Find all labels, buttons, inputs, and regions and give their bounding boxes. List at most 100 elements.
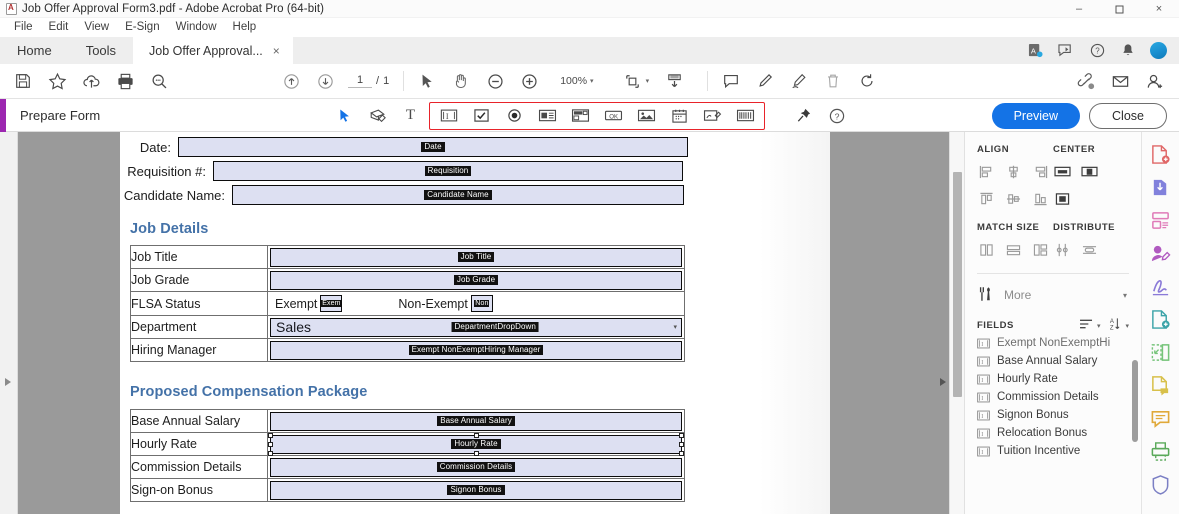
field-base-annual-salary[interactable]: Base Annual Salary (270, 411, 682, 431)
page-down-icon[interactable] (308, 67, 342, 95)
help-circle-icon[interactable]: ? (820, 103, 853, 129)
resize-handle-ne[interactable] (679, 432, 684, 438)
minimize-button[interactable]: – (1059, 0, 1099, 18)
distribute-horizontally-icon[interactable] (1080, 242, 1098, 258)
scan-ocr-icon[interactable] (1149, 439, 1173, 463)
field-job-grade[interactable]: Job Grade (270, 270, 682, 290)
close-window-button[interactable]: × (1139, 0, 1179, 18)
image-field-icon[interactable] (630, 104, 663, 128)
align-left-icon[interactable] (977, 164, 995, 180)
tab-home[interactable]: Home (0, 37, 69, 64)
comment-icon[interactable] (714, 67, 748, 95)
chevron-down-icon[interactable]: ▾ (673, 323, 677, 331)
add-text-icon[interactable]: T (394, 103, 427, 129)
field-job-title[interactable]: Job Title (270, 247, 682, 267)
notification-bell-icon[interactable] (1119, 42, 1137, 60)
list-item[interactable]: I Base Annual Salary (965, 352, 1141, 370)
add-signature-field-icon[interactable] (361, 103, 394, 129)
match-both-icon[interactable] (1031, 242, 1049, 258)
push-button-field-icon[interactable]: OK (597, 104, 630, 128)
save-icon[interactable] (6, 67, 40, 95)
star-icon[interactable] (40, 67, 74, 95)
compress-pdf-icon[interactable] (1149, 340, 1173, 364)
acrobat-sync-icon[interactable]: A (1026, 42, 1044, 60)
fields-list[interactable]: I Exempt NonExemptHi I Base Annual Salar… (965, 337, 1141, 460)
match-width-icon[interactable] (977, 242, 995, 258)
highlighter-icon[interactable] (748, 67, 782, 95)
menu-edit[interactable]: Edit (41, 18, 77, 37)
list-item[interactable]: I Exempt NonExemptHi (965, 334, 1141, 352)
center-both-icon[interactable] (1053, 191, 1071, 207)
link-share-icon[interactable] (1069, 67, 1103, 95)
center-horizontally-icon[interactable] (1053, 164, 1071, 180)
field-sign-on-bonus[interactable]: Signon Bonus (270, 480, 682, 500)
resize-handle-e[interactable] (679, 441, 684, 447)
request-esignatures-icon[interactable] (1149, 373, 1173, 397)
fields-scrollbar-thumb[interactable] (1132, 360, 1138, 442)
sort-alpha-chevron-down-icon[interactable]: ▾ (1125, 322, 1129, 330)
organize-pages-icon[interactable] (1149, 208, 1173, 232)
scrollbar-thumb[interactable] (953, 172, 962, 397)
pin-icon[interactable] (787, 103, 820, 129)
align-bottom-icon[interactable] (1031, 191, 1049, 207)
user-avatar[interactable] (1150, 42, 1167, 59)
checkbox-field-icon[interactable] (465, 104, 498, 128)
signature-field-icon[interactable] (696, 104, 729, 128)
field-department-dropdown[interactable]: Sales DepartmentDropDown ▾ (270, 317, 682, 337)
tab-document[interactable]: Job Offer Approval... × (133, 37, 293, 64)
menu-esign[interactable]: E-Sign (117, 18, 168, 37)
date-field-icon[interactable] (663, 104, 696, 128)
more-options-row[interactable]: More ▾ (965, 280, 1141, 310)
radio-button-field-icon[interactable] (498, 104, 531, 128)
align-horizontal-center-icon[interactable] (1004, 164, 1022, 180)
email-icon[interactable] (1103, 67, 1137, 95)
rotate-icon[interactable] (850, 67, 884, 95)
add-person-icon[interactable] (1137, 67, 1171, 95)
dropdown-field-icon[interactable] (564, 104, 597, 128)
menu-file[interactable]: File (6, 18, 41, 37)
list-item[interactable]: I Commission Details (965, 388, 1141, 406)
page-number-input[interactable]: 1 (348, 74, 372, 88)
share-screen-icon[interactable] (1057, 42, 1075, 60)
zoom-level-control[interactable]: 100% ▾ (556, 75, 593, 87)
sort-order-icon[interactable] (1079, 318, 1094, 333)
barcode-field-icon[interactable] (729, 104, 762, 128)
distribute-vertically-icon[interactable] (1053, 242, 1071, 258)
close-form-editor-button[interactable]: Close (1089, 102, 1167, 129)
edit-pdf-icon[interactable] (1149, 241, 1173, 265)
sort-order-chevron-down-icon[interactable]: ▾ (1097, 322, 1101, 330)
sort-alphabetical-icon[interactable]: AZ (1109, 317, 1122, 334)
scroll-mode-icon[interactable] (657, 67, 691, 95)
prepare-form-icon[interactable] (1149, 307, 1173, 331)
align-right-icon[interactable] (1031, 164, 1049, 180)
field-hourly-rate-selected[interactable]: Hourly Rate (268, 432, 684, 456)
center-vertically-icon[interactable] (1080, 164, 1098, 180)
fit-page-icon[interactable] (616, 67, 650, 95)
preview-button[interactable]: Preview (991, 102, 1081, 129)
menu-window[interactable]: Window (168, 18, 225, 37)
search-icon[interactable] (142, 67, 176, 95)
field-hiring-manager[interactable]: Exempt NonExemptHiring Manager (270, 340, 682, 360)
resize-handle-nw[interactable] (268, 432, 273, 438)
fill-and-sign-icon[interactable] (1149, 274, 1173, 298)
field-candidate-name[interactable]: Candidate Name (232, 185, 684, 205)
sign-pen-icon[interactable] (782, 67, 816, 95)
create-pdf-icon[interactable] (1149, 142, 1173, 166)
protect-icon[interactable] (1149, 472, 1173, 496)
document-view[interactable]: Date: Date Requisition #: Requisition Ca… (18, 132, 964, 514)
expand-left-panel-icon[interactable] (5, 378, 11, 386)
tab-tools[interactable]: Tools (69, 37, 133, 64)
text-field-icon[interactable]: I (432, 104, 465, 128)
select-object-icon[interactable] (328, 103, 361, 129)
list-item[interactable]: I Relocation Bonus (965, 424, 1141, 442)
checkbox-field-exempt[interactable]: Exem (320, 295, 343, 312)
page-up-icon[interactable] (274, 67, 308, 95)
document-scrollbar[interactable] (949, 132, 964, 514)
hand-icon[interactable] (444, 67, 478, 95)
list-item[interactable]: I Signon Bonus (965, 406, 1141, 424)
fit-chevron-down-icon[interactable]: ▾ (646, 77, 650, 85)
list-item[interactable]: I Hourly Rate (965, 370, 1141, 388)
menu-help[interactable]: Help (225, 18, 265, 37)
maximize-button[interactable] (1099, 0, 1139, 18)
help-circle-icon[interactable]: ? (1088, 42, 1106, 60)
